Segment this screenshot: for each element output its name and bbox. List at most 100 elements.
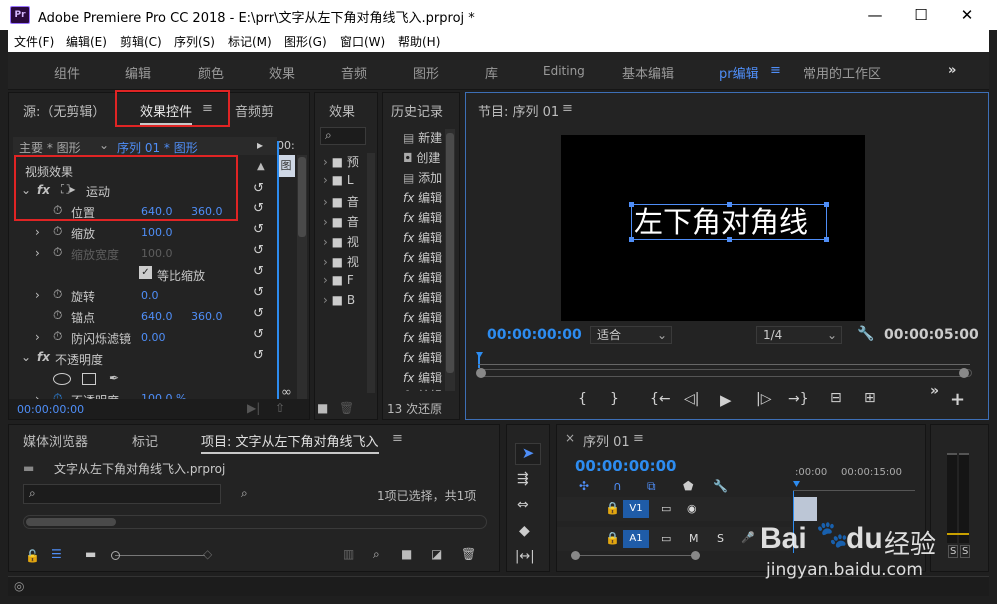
expand-chevron-icon[interactable]: ⌄ <box>21 183 31 197</box>
panel-menu-icon[interactable]: ≡ <box>562 101 573 116</box>
position-x-value[interactable]: 640.0 <box>141 205 173 218</box>
nest-icon[interactable]: ✣ <box>579 479 589 493</box>
microphone-icon[interactable]: 🎤 <box>741 531 755 544</box>
workspace-editing-en[interactable]: Editing <box>543 64 585 78</box>
wrench-icon[interactable]: 🔧 <box>857 326 874 342</box>
anchor-x-value[interactable]: 640.0 <box>141 310 173 323</box>
razor-icon[interactable]: ◆ <box>519 523 530 539</box>
stopwatch-icon[interactable]: ⏱ <box>53 329 62 344</box>
menu-help[interactable]: 帮助(H) <box>398 33 440 50</box>
overlay-text[interactable]: 左下角对角线 <box>634 205 808 239</box>
ec-playhead[interactable] <box>277 141 279 411</box>
track-target-v1[interactable]: V1 <box>623 500 649 518</box>
minimize-button[interactable]: — <box>852 0 898 30</box>
reset-icon[interactable]: ↺ <box>253 181 264 196</box>
mark-in-button[interactable]: { <box>578 391 587 407</box>
tab-markers[interactable]: 标记 <box>132 431 158 450</box>
ec-scrollbar[interactable] <box>297 155 307 405</box>
lock-icon[interactable]: 🔒 <box>605 501 620 515</box>
stopwatch-icon[interactable]: ⏱ <box>53 308 62 323</box>
fx-icon[interactable]: fx <box>37 183 50 197</box>
timeline-title[interactable]: 序列 01 <box>583 431 630 450</box>
clip-bar[interactable]: 图 <box>277 155 295 177</box>
play-only-icon[interactable]: ▶| <box>247 401 260 415</box>
quality-dropdown[interactable]: 1/4 ⌄ <box>756 326 842 344</box>
expand-arrow-icon[interactable]: › <box>35 225 40 239</box>
list-item[interactable]: fx 编辑 <box>403 387 442 391</box>
workspace-menu-icon[interactable]: ≡ <box>770 63 781 78</box>
ripple-edit-icon[interactable]: ⇔ <box>517 497 529 513</box>
workspace-editing[interactable]: 编辑 <box>125 63 151 82</box>
reset-icon[interactable]: ↺ <box>253 222 264 237</box>
uniform-scale-checkbox[interactable]: ✓ <box>139 266 152 279</box>
anchor-y-value[interactable]: 360.0 <box>191 310 223 323</box>
maximize-button[interactable]: ☐ <box>898 0 944 30</box>
list-item[interactable]: fx 编辑 <box>403 349 442 366</box>
pen-mask-icon[interactable]: ✒ <box>109 371 119 385</box>
link-icon[interactable]: ∞ <box>281 385 292 400</box>
eye-icon[interactable]: ◉ <box>687 502 697 515</box>
list-item[interactable]: fx 编辑 <box>403 289 442 306</box>
scale-value[interactable]: 100.0 <box>141 226 173 239</box>
list-item[interactable]: › ■ 预 <box>323 153 359 170</box>
opacity-value[interactable]: 100.0 % <box>141 392 186 399</box>
list-item[interactable]: ▤ 添加 <box>403 169 442 186</box>
reset-icon[interactable]: ↺ <box>253 348 264 363</box>
list-item[interactable]: › ■ 音 <box>323 213 359 230</box>
play-triangle-icon[interactable]: ▸ <box>257 138 263 152</box>
menu-edit[interactable]: 编辑(E) <box>66 33 107 50</box>
play-button[interactable]: ▶ <box>720 391 732 409</box>
selection-tool-icon[interactable]: ➤ <box>515 443 541 465</box>
tab-history[interactable]: 历史记录 <box>391 101 443 120</box>
sync-lock-icon[interactable]: ▭ <box>661 532 671 545</box>
workspace-pr-edit[interactable]: pr编辑 <box>719 63 759 82</box>
tab-audio-mixer[interactable]: 音频剪 <box>235 101 274 120</box>
workspace-common[interactable]: 常用的工作区 <box>803 63 881 82</box>
reset-icon[interactable]: ↺ <box>253 201 264 216</box>
reset-icon[interactable]: ↺ <box>253 285 264 300</box>
workspace-audio[interactable]: 音频 <box>341 63 367 82</box>
project-scrollbar[interactable] <box>23 515 487 529</box>
mute-button[interactable]: M <box>689 532 699 545</box>
workspace-libraries[interactable]: 库 <box>485 63 498 82</box>
tab-source[interactable]: 源:（无剪辑） <box>23 101 105 120</box>
step-forward-button[interactable]: |▷ <box>756 391 771 407</box>
menu-clip[interactable]: 剪辑(C) <box>120 33 162 50</box>
stopwatch-icon[interactable]: ⏱ <box>53 203 62 218</box>
close-icon[interactable]: × <box>565 431 575 445</box>
solo-button[interactable]: S <box>717 532 724 545</box>
workspace-overflow-icon[interactable]: » <box>948 63 956 78</box>
tab-project[interactable]: 项目: 文字从左下角对角线飞入 <box>201 431 379 454</box>
zoom-slider[interactable] <box>111 551 205 560</box>
list-item[interactable]: fx 编辑 <box>403 329 442 346</box>
history-scrollbar[interactable] <box>445 129 455 391</box>
list-item[interactable]: › ■ F <box>323 273 354 287</box>
list-item[interactable]: fx 编辑 <box>403 209 442 226</box>
menu-window[interactable]: 窗口(W) <box>340 33 385 50</box>
workspace-color[interactable]: 颜色 <box>198 63 224 82</box>
zoom-bar[interactable] <box>476 368 972 378</box>
track-target-a1[interactable]: A1 <box>623 530 649 548</box>
reset-icon[interactable]: ↺ <box>253 264 264 279</box>
automate-icon[interactable]: ▥ <box>343 547 354 561</box>
find-icon[interactable]: ⌕ <box>373 547 380 562</box>
menu-file[interactable]: 文件(F) <box>14 33 54 50</box>
program-timecode[interactable]: 00:00:00:00 <box>487 327 582 343</box>
list-item[interactable]: fx 编辑 <box>403 249 442 266</box>
trash-icon[interactable]: 🗑 <box>339 401 354 415</box>
fit-dropdown[interactable]: 适合 ⌄ <box>590 326 672 344</box>
lock-icon[interactable]: 🔓 <box>25 549 40 563</box>
position-y-value[interactable]: 360.0 <box>191 205 223 218</box>
transform-handle-icon[interactable]: ⛶▸ <box>61 182 75 197</box>
list-item[interactable]: ▤ 新建 <box>403 129 442 146</box>
workspace-basic-edit[interactable]: 基本编辑 <box>622 63 674 82</box>
lift-icon[interactable]: ⊟ <box>830 390 842 406</box>
list-item[interactable]: fx 编辑 <box>403 269 442 286</box>
status-icon[interactable]: ◎ <box>14 579 24 593</box>
list-item[interactable]: fx 编辑 <box>403 229 442 246</box>
workspace-assembly[interactable]: 组件 <box>54 63 80 82</box>
list-item[interactable]: fx 编辑 <box>403 369 442 386</box>
panel-menu-icon[interactable]: ≡ <box>392 431 403 446</box>
ec-timecode[interactable]: 00:00:00:00 <box>17 403 84 416</box>
go-to-out-button[interactable]: →} <box>788 391 809 407</box>
